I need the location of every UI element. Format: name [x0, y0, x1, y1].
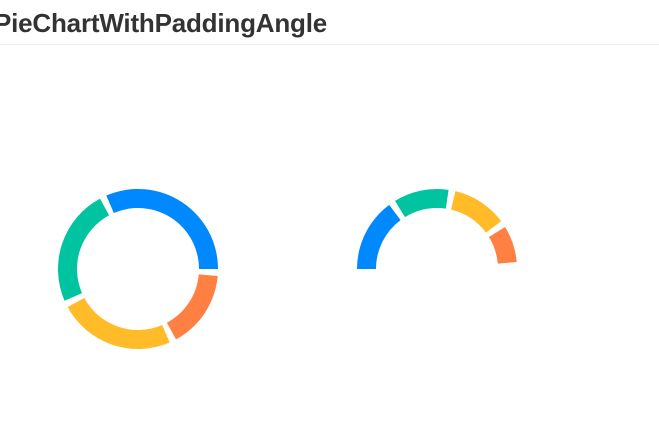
chart-area — [0, 45, 659, 424]
donut-slice-2[interactable] — [57, 198, 110, 301]
title-bar: PieChartWithPaddingAngle — [0, 0, 659, 45]
page: PieChartWithPaddingAngle — [0, 0, 659, 424]
half-donut-chart — [357, 188, 517, 269]
half-donut-slice-3[interactable] — [451, 191, 502, 233]
half-donut-slice-1[interactable] — [357, 204, 401, 269]
donut-chart — [57, 188, 218, 350]
pie-charts-svg — [57, 188, 517, 350]
donut-slice-4[interactable] — [166, 274, 218, 340]
donut-slice-3[interactable] — [67, 297, 170, 350]
page-title: PieChartWithPaddingAngle — [0, 8, 327, 38]
half-donut-slice-4[interactable] — [488, 227, 517, 264]
half-donut-slice-2[interactable] — [395, 188, 449, 218]
donut-slice-1[interactable] — [106, 188, 218, 269]
